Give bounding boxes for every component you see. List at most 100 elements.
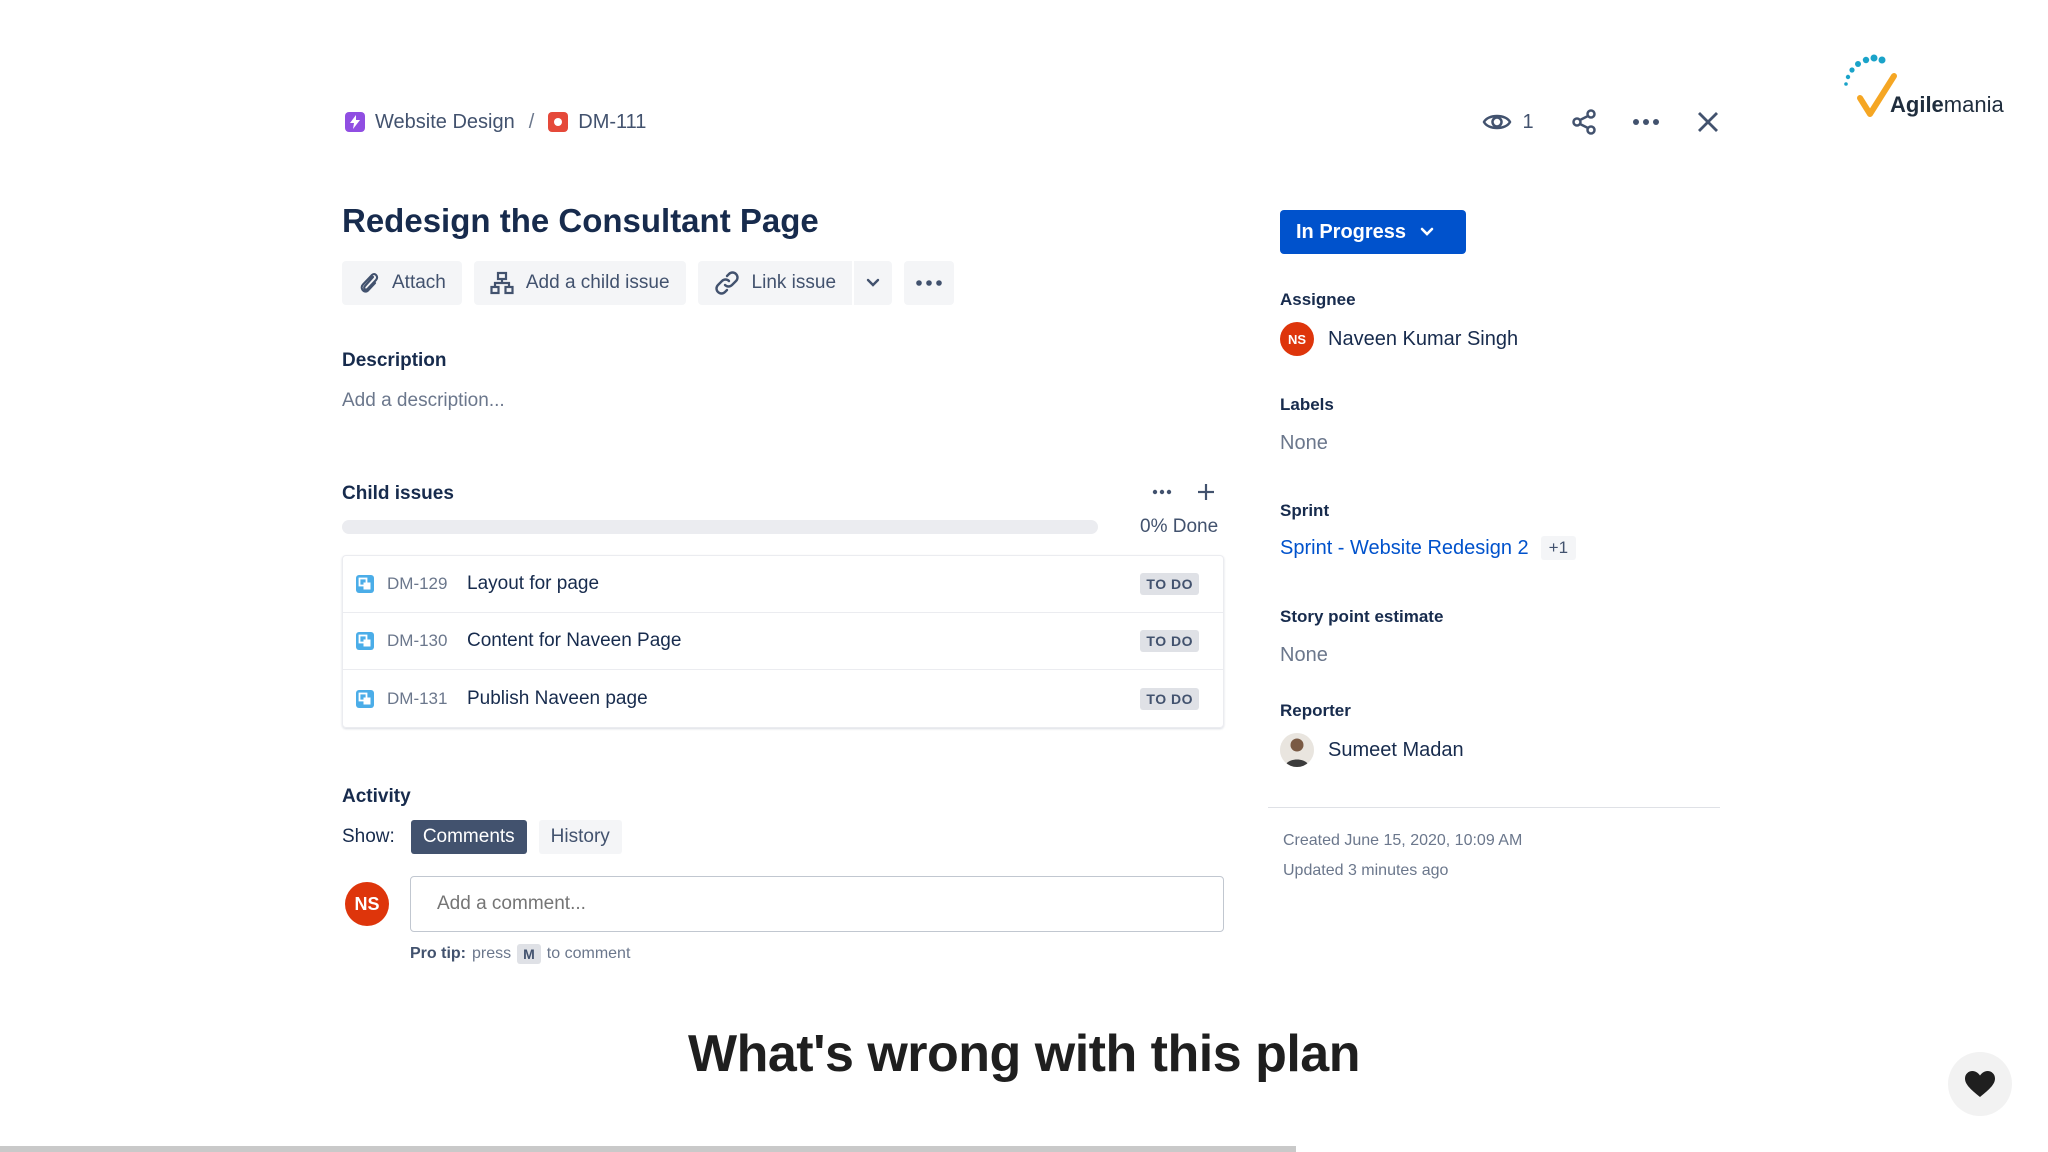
child-issue-key[interactable]: DM-130 — [387, 631, 455, 651]
agilemania-logo: Agilemania — [1842, 54, 2018, 124]
child-issues-more-button[interactable] — [1152, 489, 1172, 495]
breadcrumb-issue-key: DM-111 — [578, 110, 647, 133]
issue-title[interactable]: Redesign the Consultant Page — [342, 202, 819, 240]
labels-field[interactable]: None — [1280, 432, 1328, 455]
child-issues-progress-bar — [342, 520, 1098, 534]
child-issues-label: Child issues — [342, 483, 454, 504]
keyboard-shortcut-badge: M — [517, 944, 541, 964]
share-icon — [1572, 109, 1596, 135]
reporter-name: Sumeet Madan — [1328, 738, 1464, 761]
user-photo-icon — [1280, 733, 1314, 767]
like-button[interactable] — [1948, 1052, 2012, 1116]
issue-toolbar: Attach Add a child issue Link issue — [342, 261, 955, 305]
video-caption: What's wrong with this plan — [688, 1025, 1360, 1083]
side-panel-divider — [1268, 807, 1720, 808]
share-button[interactable] — [1566, 104, 1602, 140]
history-tab[interactable]: History — [538, 820, 622, 854]
child-issues-progress-label: 0% Done — [1140, 516, 1219, 537]
reporter-field[interactable]: Sumeet Madan — [1280, 733, 1464, 767]
more-icon — [916, 280, 942, 286]
breadcrumb-project-label: Website Design — [375, 110, 515, 133]
child-issue-key[interactable]: DM-131 — [387, 689, 455, 709]
toolbar-more-button[interactable] — [904, 261, 955, 305]
child-issue-key[interactable]: DM-129 — [387, 574, 455, 594]
more-icon — [1633, 119, 1659, 125]
status-badge[interactable]: TO DO — [1140, 687, 1199, 710]
close-button[interactable] — [1690, 104, 1726, 140]
pro-tip-suffix: to comment — [546, 945, 631, 962]
subtask-icon — [356, 689, 374, 708]
description-field[interactable]: Add a description... — [342, 390, 505, 412]
sprint-link[interactable]: Sprint - Website Redesign 2 — [1280, 537, 1529, 560]
chevron-down-icon — [1420, 227, 1434, 236]
attach-label: Attach — [392, 272, 446, 293]
updated-timestamp: Updated 3 minutes ago — [1283, 862, 1449, 879]
paperclip-icon — [360, 273, 379, 293]
breadcrumb-project[interactable]: Website Design — [345, 111, 515, 134]
eye-icon — [1483, 114, 1512, 130]
comments-tab[interactable]: Comments — [410, 820, 527, 854]
chevron-down-icon — [866, 278, 880, 287]
link-issue-label: Link issue — [751, 272, 837, 293]
avatar: NS — [1280, 322, 1314, 356]
child-issue-summary[interactable]: Publish Naveen page — [467, 688, 1140, 710]
logo-text-light: mania — [1943, 92, 2004, 117]
labels-label: Labels — [1280, 395, 1334, 414]
plus-icon — [1198, 484, 1214, 500]
status-label: In Progress — [1296, 220, 1407, 243]
activity-filter: Show: Comments History — [342, 820, 622, 854]
link-icon — [714, 271, 739, 295]
attach-button[interactable]: Attach — [342, 261, 462, 305]
sprint-more-badge[interactable]: +1 — [1540, 536, 1577, 560]
story-point-estimate-label: Story point estimate — [1280, 607, 1444, 626]
story-point-estimate-field[interactable]: None — [1280, 644, 1328, 667]
status-badge[interactable]: TO DO — [1140, 630, 1199, 652]
subtask-icon — [356, 575, 374, 593]
avatar — [1280, 733, 1314, 767]
more-actions-button[interactable] — [1628, 104, 1664, 140]
description-label: Description — [342, 350, 447, 371]
logo-text: Agilemania — [1890, 92, 2004, 118]
breadcrumb-issue[interactable]: DM-111 — [548, 111, 646, 134]
assignee-field[interactable]: NS Naveen Kumar Singh — [1280, 322, 1518, 356]
breadcrumb-separator: / — [528, 110, 535, 133]
reporter-label: Reporter — [1280, 701, 1351, 720]
status-badge[interactable]: TO DO — [1140, 573, 1199, 595]
child-issue-row[interactable]: DM-130 Content for Naveen Page TO DO — [343, 613, 1223, 670]
created-timestamp: Created June 15, 2020, 10:09 AM — [1283, 832, 1523, 849]
child-issue-row[interactable]: DM-131 Publish Naveen page TO DO — [343, 670, 1223, 727]
watch-button[interactable]: 1 — [1478, 104, 1538, 140]
more-icon — [1152, 489, 1172, 495]
logo-text-bold: Agile — [1890, 92, 1944, 117]
link-issue-dropdown-button[interactable] — [854, 261, 893, 305]
watchers-count: 1 — [1522, 110, 1534, 133]
assignee-label: Assignee — [1280, 290, 1356, 309]
child-issue-row[interactable]: DM-129 Layout for page TO DO — [343, 556, 1223, 613]
sprint-label: Sprint — [1280, 501, 1330, 520]
activity-label: Activity — [342, 786, 411, 807]
breadcrumb: Website Design / DM-111 — [345, 108, 646, 136]
child-issue-summary[interactable]: Content for Naveen Page — [467, 630, 1140, 652]
avatar: NS — [345, 882, 389, 926]
child-issues-actions — [1152, 482, 1216, 502]
add-child-button[interactable] — [1196, 482, 1216, 502]
pro-tip-label: Pro tip: — [410, 945, 466, 962]
project-icon — [345, 112, 365, 132]
hierarchy-icon — [490, 271, 514, 295]
pro-tip: Pro tip: press M to comment — [410, 944, 630, 964]
issue-header-actions: 1 — [1478, 104, 1726, 140]
assignee-name: Naveen Kumar Singh — [1328, 327, 1519, 350]
status-dropdown-button[interactable]: In Progress — [1280, 210, 1466, 254]
bug-icon — [548, 112, 569, 132]
comment-input[interactable] — [410, 876, 1224, 932]
link-issue-button[interactable]: Link issue — [697, 261, 853, 305]
sprint-field: Sprint - Website Redesign 2 +1 — [1280, 536, 1577, 560]
link-issue-split-button: Link issue — [697, 261, 893, 305]
add-child-issue-label: Add a child issue — [525, 272, 670, 293]
child-issue-summary[interactable]: Layout for page — [467, 573, 1140, 595]
add-child-issue-button[interactable]: Add a child issue — [473, 261, 686, 305]
subtask-icon — [356, 632, 374, 650]
heart-icon — [1965, 1071, 1995, 1097]
show-label: Show: — [342, 826, 395, 847]
close-icon — [1698, 112, 1718, 132]
